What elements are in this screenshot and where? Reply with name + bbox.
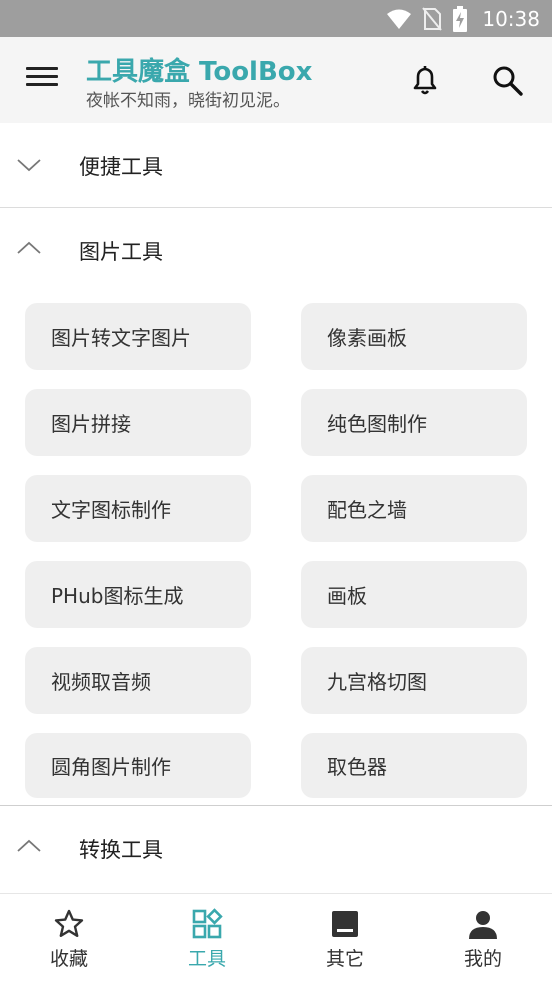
app-subtitle: 夜帐不知雨，晓街初见泥。 <box>86 91 290 111</box>
nav-tools[interactable]: 工具 <box>138 894 276 982</box>
bell-icon[interactable] <box>408 63 442 97</box>
no-sim-icon <box>422 6 443 31</box>
app-bar: 工具魔盒 ToolBox 夜帐不知雨，晓街初见泥。 <box>0 37 552 123</box>
nav-label: 工具 <box>187 948 226 970</box>
nav-favorites[interactable]: 收藏 <box>0 894 138 982</box>
grid-icon <box>192 908 223 939</box>
chevron-up-icon <box>17 241 41 254</box>
status-time: 10:38 <box>482 6 540 31</box>
tool-button[interactable]: 九宫格切图 <box>301 647 527 714</box>
chevron-down-icon <box>17 159 41 172</box>
tool-button[interactable]: 图片转文字图片 <box>25 303 251 370</box>
nav-mine[interactable]: 我的 <box>414 894 552 982</box>
tool-button[interactable]: 纯色图制作 <box>301 389 527 456</box>
nav-other[interactable]: 其它 <box>276 894 414 982</box>
section-label: 图片工具 <box>79 240 163 264</box>
status-bar: 10:38 <box>0 0 552 37</box>
section-convert-tools[interactable]: 转换工具 <box>0 806 552 890</box>
box-icon <box>332 911 358 937</box>
tool-button[interactable]: 画板 <box>301 561 527 628</box>
tool-button[interactable]: 图片拼接 <box>25 389 251 456</box>
bottom-nav: 收藏 工具 其它 我的 <box>0 893 552 982</box>
tool-button[interactable]: 视频取音频 <box>25 647 251 714</box>
tool-button[interactable]: 圆角图片制作 <box>25 733 251 798</box>
battery-charging-icon <box>453 5 468 32</box>
tool-button[interactable]: 像素画板 <box>301 303 527 370</box>
person-icon <box>469 911 497 939</box>
tool-button[interactable]: 文字图标制作 <box>25 475 251 542</box>
search-icon[interactable] <box>490 63 526 97</box>
tool-button[interactable]: PHub图标生成 <box>25 561 251 628</box>
section-label: 转换工具 <box>79 838 163 862</box>
nav-label: 其它 <box>325 948 364 970</box>
nav-label: 收藏 <box>49 948 88 970</box>
section-convenient-tools[interactable]: 便捷工具 <box>0 123 552 207</box>
star-icon <box>54 909 84 937</box>
menu-icon[interactable] <box>26 67 60 93</box>
nav-label: 我的 <box>463 948 502 970</box>
app-title: 工具魔盒 ToolBox <box>86 57 313 87</box>
tool-button[interactable]: 配色之墙 <box>301 475 527 542</box>
section-label: 便捷工具 <box>79 155 163 179</box>
section-image-tools[interactable]: 图片工具 <box>0 208 552 292</box>
wifi-icon <box>387 9 412 29</box>
chevron-up-icon <box>17 839 41 852</box>
tool-button[interactable]: 取色器 <box>301 733 527 798</box>
